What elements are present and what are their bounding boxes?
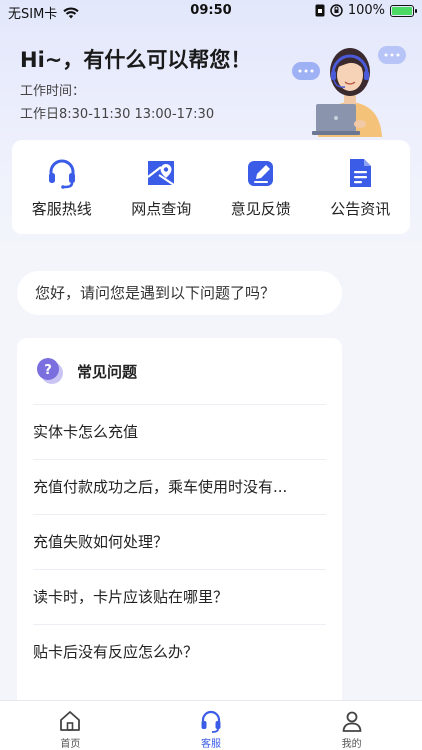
faq-item[interactable]: 贴卡后没有反应怎么办？ <box>33 624 326 679</box>
faq-title: 常见问题 <box>77 362 138 381</box>
tab-profile[interactable]: 我的 <box>302 701 402 750</box>
chat-prompt-bubble: 您好，请问您是遇到以下问题了吗？ <box>17 271 342 315</box>
tab-label: 我的 <box>341 739 362 750</box>
status-bar: 无SIM卡 09:50 100% <box>0 0 422 22</box>
tab-bar: 首页 客服 我的 <box>0 700 422 750</box>
headset-icon <box>45 156 79 190</box>
document-icon <box>343 156 377 190</box>
quick-item-label: 客服热线 <box>31 199 92 218</box>
quick-item-feedback[interactable]: 意见反馈 <box>216 156 306 219</box>
quick-item-label: 意见反馈 <box>230 199 291 218</box>
customer-service-illustration <box>292 46 406 137</box>
status-right: 100% <box>315 3 417 18</box>
faq-item[interactable]: 充值失败如何处理？ <box>33 514 326 569</box>
tab-label: 首页 <box>60 739 81 750</box>
quick-item-label: 网点查询 <box>131 199 192 218</box>
user-icon <box>342 711 362 732</box>
greeting-title: Hi~，有什么可以帮您！ <box>20 48 252 72</box>
battery-icon <box>390 4 417 17</box>
quick-item-label: 公告资讯 <box>330 199 391 218</box>
work-time-label: 工作时间： <box>20 84 86 99</box>
tab-home[interactable]: 首页 <box>20 701 120 750</box>
battery-percent: 100% <box>347 3 385 18</box>
faq-card: ? 常见问题 实体卡怎么充值 充值付款成功之后，乘车使用时没有... 充值失败如… <box>17 338 342 708</box>
question-icon: ? <box>37 358 63 384</box>
quick-menu-card: 客服热线 网点查询 意见反馈 公告资讯 <box>12 140 410 234</box>
tab-label: 客服 <box>200 739 221 750</box>
work-time-value: 工作日8:30-11:30 13:00-17:30 <box>20 107 215 122</box>
faq-item[interactable]: 充值付款成功之后，乘车使用时没有... <box>33 459 326 514</box>
headset-icon <box>201 710 221 733</box>
faq-item[interactable]: 读卡时，卡片应该贴在哪里？ <box>33 569 326 624</box>
map-pin-icon <box>144 156 178 190</box>
home-icon <box>60 711 81 731</box>
quick-item-hotline[interactable]: 客服热线 <box>17 156 107 219</box>
orientation-lock-icon <box>330 4 343 17</box>
faq-item[interactable]: 实体卡怎么充值 <box>33 404 326 459</box>
svg-text:?: ? <box>44 363 52 378</box>
tab-service[interactable]: 客服 <box>161 701 261 750</box>
quick-item-outlets[interactable]: 网点查询 <box>116 156 206 219</box>
quick-item-notices[interactable]: 公告资讯 <box>315 156 405 219</box>
sim-lock-icon <box>315 4 325 17</box>
edit-icon <box>244 156 278 190</box>
faq-list: 实体卡怎么充值 充值付款成功之后，乘车使用时没有... 充值失败如何处理？ 读卡… <box>17 404 342 679</box>
faq-header: ? 常见问题 <box>17 338 342 404</box>
